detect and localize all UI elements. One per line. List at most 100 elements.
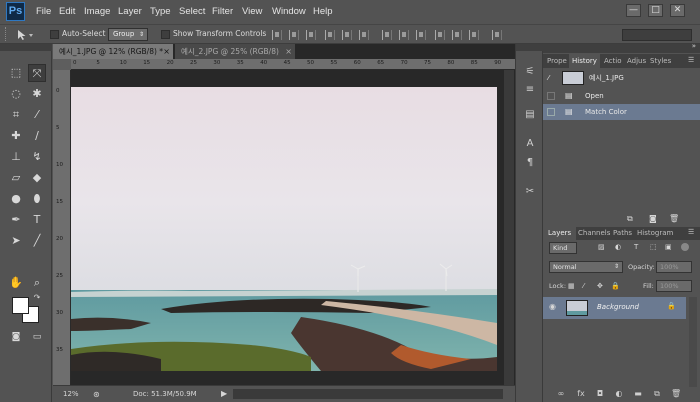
panels-header[interactable]: » [543, 42, 700, 53]
lock-position-icon[interactable]: ✥ [597, 282, 603, 290]
filter-toggle[interactable] [681, 243, 689, 251]
menu-edit[interactable]: Edit [59, 6, 75, 17]
fill-field[interactable]: 100% [656, 280, 692, 292]
align-top-icon[interactable] [272, 30, 282, 40]
document-tab[interactable]: 예시_2.JPG @ 25% (RGB/8) × [175, 44, 295, 59]
maximize-button[interactable]: □ [648, 4, 663, 17]
show-transform-checkbox[interactable] [161, 30, 170, 39]
history-source-box[interactable] [547, 92, 555, 100]
type-tool-icon[interactable]: T [28, 211, 46, 229]
filter-type-icon[interactable]: T [634, 243, 638, 251]
collapse-panels-icon[interactable]: » [692, 42, 696, 50]
pen-tool-icon[interactable]: ✒ [7, 211, 25, 229]
lasso-tool-icon[interactable]: ◌ [7, 85, 25, 103]
dodge-tool-icon[interactable]: ⬮ [28, 190, 46, 208]
menu-view[interactable]: View [242, 6, 262, 17]
align-bottom-icon[interactable] [306, 30, 316, 40]
line-tool-icon[interactable]: ╱ [28, 232, 46, 250]
swap-colors-icon[interactable]: ↷ [32, 293, 42, 303]
filter-shape-icon[interactable]: ⬚ [650, 243, 657, 251]
adjustments-icon[interactable]: ⚟ [523, 65, 537, 79]
close-tab-icon[interactable]: × [285, 44, 292, 59]
tab-styles[interactable]: Styles [650, 57, 671, 65]
status-menu-arrow-icon[interactable]: ▶ [221, 389, 227, 398]
layer-style-icon[interactable]: fx [576, 389, 586, 398]
history-item-selected[interactable]: ▤ Match Color [543, 104, 700, 120]
menu-filter[interactable]: Filter [212, 6, 233, 17]
layers-scrollbar[interactable] [689, 297, 697, 387]
add-mask-icon[interactable]: ◘ [595, 389, 605, 398]
ruler-origin[interactable] [53, 59, 71, 70]
foreground-color-swatch[interactable] [12, 297, 29, 314]
filter-adjustment-icon[interactable]: ◐ [615, 243, 621, 251]
auto-align-icon[interactable] [492, 30, 502, 40]
menu-file[interactable]: File [36, 6, 51, 17]
tab-channels[interactable]: Channels [578, 229, 610, 237]
tool-presets-icon[interactable]: ✂ [523, 185, 537, 199]
healing-brush-tool-icon[interactable]: ✚ [7, 127, 25, 145]
lock-transparent-icon[interactable]: ▦ [568, 282, 575, 290]
delete-layer-icon[interactable]: 🗑 [671, 389, 681, 398]
align-vcenter-icon[interactable] [289, 30, 299, 40]
align-left-icon[interactable] [325, 30, 335, 40]
menu-window[interactable]: Window [272, 6, 306, 17]
align-right-icon[interactable] [359, 30, 369, 40]
history-source-box[interactable] [547, 108, 555, 116]
menu-help[interactable]: Help [313, 6, 333, 17]
distribute-right-icon[interactable] [469, 30, 479, 40]
zoom-tool-icon[interactable]: ⌕ [28, 274, 46, 292]
filter-smart-object-icon[interactable]: ▣ [665, 243, 672, 251]
vertical-ruler[interactable] [53, 59, 71, 389]
distribute-top-icon[interactable] [382, 30, 392, 40]
new-layer-icon[interactable]: ⧉ [652, 389, 662, 398]
paragraph-panel-icon[interactable]: ¶ [523, 156, 537, 170]
status-options-icon[interactable]: ⊛ [93, 390, 100, 399]
distribute-vcenter-icon[interactable] [399, 30, 409, 40]
link-layers-icon[interactable]: ∞ [556, 389, 566, 398]
close-tab-icon[interactable]: × [163, 44, 170, 59]
tab-history[interactable]: History [569, 54, 600, 68]
close-window-button[interactable]: ✕ [670, 4, 685, 17]
eraser-tool-icon[interactable]: ▱ [7, 169, 25, 187]
auto-select-checkbox[interactable] [50, 30, 59, 39]
crop-tool-icon[interactable]: ⌗ [7, 106, 25, 124]
move-tool-button[interactable]: ⤧ [28, 64, 46, 82]
blend-mode-dropdown[interactable]: Normal ⇕ [549, 261, 623, 273]
layer-row-background[interactable]: ◉ Background 🔒 [543, 297, 686, 319]
horizontal-scrollbar[interactable] [233, 389, 503, 399]
align-hcenter-icon[interactable] [342, 30, 352, 40]
distribute-left-icon[interactable] [435, 30, 445, 40]
auto-select-dropdown[interactable]: Group ⇕ [108, 28, 148, 41]
workspace-switcher[interactable] [622, 29, 692, 41]
history-brush-tool-icon[interactable]: ↯ [28, 148, 46, 166]
lock-pixels-icon[interactable]: ⁄ [583, 282, 584, 290]
eyedropper-tool-icon[interactable]: ⁄ [28, 106, 46, 124]
tab-histogram[interactable]: Histogram [637, 229, 673, 237]
opacity-field[interactable]: 100% [656, 261, 692, 273]
delete-state-icon[interactable]: 🗑 [669, 214, 679, 223]
filter-pixel-icon[interactable]: ▨ [598, 243, 605, 251]
canvas-image[interactable] [71, 87, 497, 371]
options-grip[interactable] [5, 27, 15, 41]
tab-actions[interactable]: Actio [604, 57, 622, 65]
layer-filter-dropdown[interactable]: Kind [549, 242, 577, 254]
history-item[interactable]: ▤ Open [543, 88, 700, 104]
distribute-bottom-icon[interactable] [416, 30, 426, 40]
panel-menu-icon[interactable]: ☰ [688, 228, 694, 236]
info-panel-icon[interactable]: ▤ [523, 108, 537, 122]
distribute-hcenter-icon[interactable] [452, 30, 462, 40]
document-tab-active[interactable]: 예시_1.JPG @ 12% (RGB/8) * × [53, 44, 173, 59]
hand-tool-icon[interactable]: ✋ [7, 274, 25, 292]
marquee-tool-icon[interactable]: ⬚ [7, 64, 25, 82]
tab-adjustments[interactable]: Adjus [627, 57, 646, 65]
move-tool-icon[interactable] [16, 29, 36, 41]
dock-header[interactable] [516, 44, 544, 51]
create-snapshot-icon[interactable]: ◙ [649, 214, 657, 223]
magic-wand-tool-icon[interactable]: ✱ [28, 85, 46, 103]
minimize-button[interactable]: — [626, 4, 641, 17]
zoom-level[interactable]: 12% [63, 390, 79, 398]
panel-menu-icon[interactable]: ☰ [688, 56, 694, 64]
tools-panel-header[interactable] [0, 44, 52, 51]
quick-mask-icon[interactable]: ◙ [7, 328, 25, 346]
properties-sliders-icon[interactable]: ≡ [523, 83, 537, 97]
